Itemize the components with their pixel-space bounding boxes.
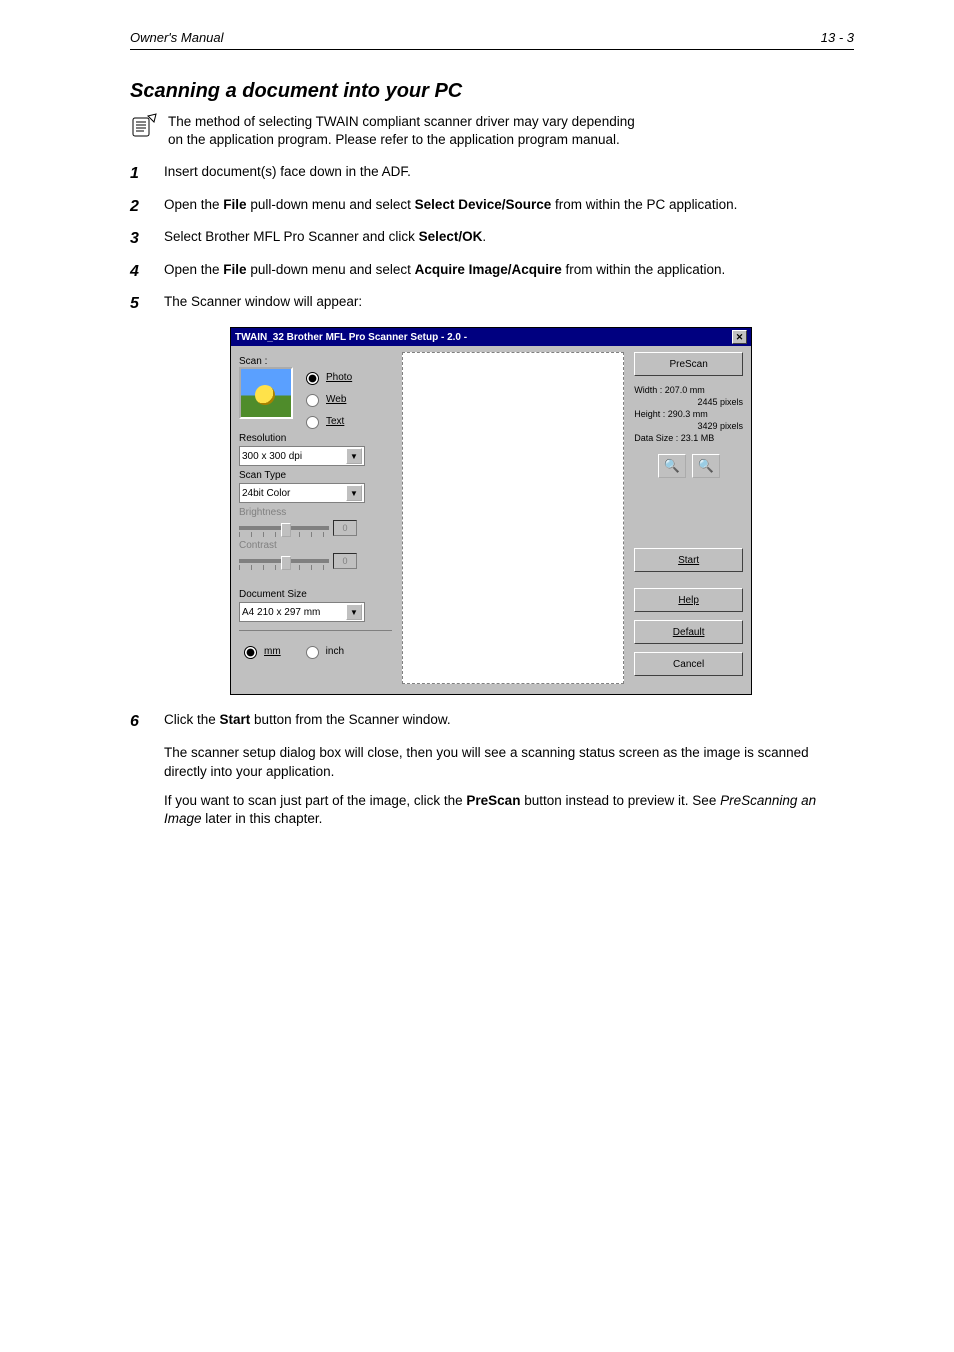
note-block: The method of selecting TWAIN compliant …	[130, 113, 854, 149]
note-line-2: on the application program. Please refer…	[168, 132, 620, 147]
scan-mode-radios: Photo Web Text	[301, 369, 352, 429]
prescan-button[interactable]: PreScan	[634, 352, 743, 376]
step-number: 2	[130, 196, 150, 218]
height-info: Height : 290.3 mm	[634, 409, 743, 419]
dialog-title-text: TWAIN_32 Brother MFL Pro Scanner Setup -…	[235, 332, 467, 343]
docsize-value: A4 210 x 297 mm	[242, 607, 320, 618]
close-icon[interactable]: ✕	[732, 330, 747, 344]
step-6: 6 Click the Start button from the Scanne…	[130, 711, 854, 733]
radio-text[interactable]: Text	[301, 413, 352, 429]
chevron-down-icon[interactable]: ▼	[346, 448, 362, 464]
preview-area[interactable]	[402, 352, 624, 684]
step-text: Select Brother MFL Pro Scanner and click…	[164, 228, 486, 250]
docsize-label: Document Size	[239, 589, 392, 600]
chevron-down-icon[interactable]: ▼	[346, 604, 362, 620]
kw-select-device: Select Device/Source	[415, 197, 552, 212]
slider-track[interactable]	[239, 526, 329, 530]
post-start-text: The scanner setup dialog box will close,…	[164, 744, 854, 782]
dialog-titlebar: TWAIN_32 Brother MFL Pro Scanner Setup -…	[231, 328, 751, 346]
step-1: 1 Insert document(s) face down in the AD…	[130, 163, 854, 185]
step-number: 3	[130, 228, 150, 250]
slider-thumb[interactable]	[281, 556, 291, 570]
step-number: 4	[130, 261, 150, 283]
step-3: 3 Select Brother MFL Pro Scanner and cli…	[130, 228, 854, 250]
radio-inch[interactable]: inch	[301, 643, 344, 659]
resolution-dropdown[interactable]: 300 x 300 dpi ▼	[239, 446, 365, 466]
scanner-dialog: TWAIN_32 Brother MFL Pro Scanner Setup -…	[230, 327, 752, 695]
zoom-buttons: 🔍 🔍	[634, 454, 743, 478]
steps-list: 1 Insert document(s) face down in the AD…	[130, 163, 854, 315]
radio-photo[interactable]: Photo	[301, 369, 352, 385]
kw-select-ok: Select/OK	[419, 229, 483, 244]
header-page-number: 13 - 3	[821, 30, 854, 45]
divider	[239, 630, 392, 631]
steps-list-2: 6 Click the Start button from the Scanne…	[130, 711, 854, 733]
step-text: The Scanner window will appear:	[164, 293, 362, 315]
step-number: 6	[130, 711, 150, 733]
docsize-dropdown[interactable]: A4 210 x 297 mm ▼	[239, 602, 365, 622]
note-text: The method of selecting TWAIN compliant …	[168, 113, 635, 149]
step-2: 2 Open the File pull-down menu and selec…	[130, 196, 854, 218]
note-line-1: The method of selecting TWAIN compliant …	[168, 114, 635, 129]
step-number: 1	[130, 163, 150, 185]
kw-prescan: PreScan	[466, 793, 520, 808]
kw-file-2: File	[223, 262, 246, 277]
scan-label: Scan :	[239, 356, 392, 367]
unit-radios: mm inch	[239, 643, 392, 659]
slider-track[interactable]	[239, 559, 329, 563]
radio-mm[interactable]: mm	[239, 643, 281, 659]
scan-thumbnail	[239, 367, 293, 419]
cancel-button[interactable]: Cancel	[634, 652, 743, 676]
kw-acquire: Acquire Image/Acquire	[415, 262, 562, 277]
step-text: Open the File pull-down menu and select …	[164, 196, 737, 218]
step-5: 5 The Scanner window will appear:	[130, 293, 854, 315]
zoom-in-icon[interactable]: 🔍	[658, 454, 686, 478]
datasize-info: Data Size : 23.1 MB	[634, 433, 743, 443]
page: Owner's Manual 13 - 3 Scanning a documen…	[0, 0, 954, 1352]
scantype-value: 24bit Color	[242, 488, 290, 499]
default-button[interactable]: Default	[634, 620, 743, 644]
contrast-value: 0	[333, 553, 357, 569]
brightness-value: 0	[333, 520, 357, 536]
start-button[interactable]: Start	[634, 548, 743, 572]
height-px-info: 3429 pixels	[634, 421, 743, 431]
scantype-label: Scan Type	[239, 470, 392, 481]
kw-file: File	[223, 197, 246, 212]
step-number: 5	[130, 293, 150, 315]
header-left: Owner's Manual	[130, 30, 224, 45]
contrast-label: Contrast	[239, 540, 392, 551]
brightness-slider[interactable]: 0	[239, 520, 392, 536]
prescan-hint: If you want to scan just part of the ima…	[164, 792, 854, 830]
width-px-info: 2445 pixels	[634, 397, 743, 407]
resolution-value: 300 x 300 dpi	[242, 451, 302, 462]
step-text: Click the Start button from the Scanner …	[164, 711, 451, 733]
scan-mode-row: Photo Web Text	[239, 367, 392, 429]
dialog-body: Scan : Photo Web Text Resolution 300 x 3…	[231, 346, 751, 694]
width-info: Width : 207.0 mm	[634, 385, 743, 395]
slider-thumb[interactable]	[281, 523, 291, 537]
help-button[interactable]: Help	[634, 588, 743, 612]
radio-web[interactable]: Web	[301, 391, 352, 407]
page-header: Owner's Manual 13 - 3	[130, 30, 854, 50]
dialog-right-panel: PreScan Width : 207.0 mm 2445 pixels Hei…	[634, 352, 743, 684]
brightness-label: Brightness	[239, 507, 392, 518]
note-icon	[130, 113, 158, 139]
contrast-slider[interactable]: 0	[239, 553, 392, 569]
chevron-down-icon[interactable]: ▼	[346, 485, 362, 501]
dialog-preview-panel	[402, 352, 624, 684]
section-title: Scanning a document into your PC	[130, 80, 854, 103]
step-text: Open the File pull-down menu and select …	[164, 261, 725, 283]
resolution-label: Resolution	[239, 433, 392, 444]
scantype-dropdown[interactable]: 24bit Color ▼	[239, 483, 365, 503]
step-4: 4 Open the File pull-down menu and selec…	[130, 261, 854, 283]
step-text: Insert document(s) face down in the ADF.	[164, 163, 411, 185]
zoom-out-icon[interactable]: 🔍	[692, 454, 720, 478]
dialog-left-panel: Scan : Photo Web Text Resolution 300 x 3…	[239, 352, 392, 684]
kw-start: Start	[220, 712, 251, 727]
